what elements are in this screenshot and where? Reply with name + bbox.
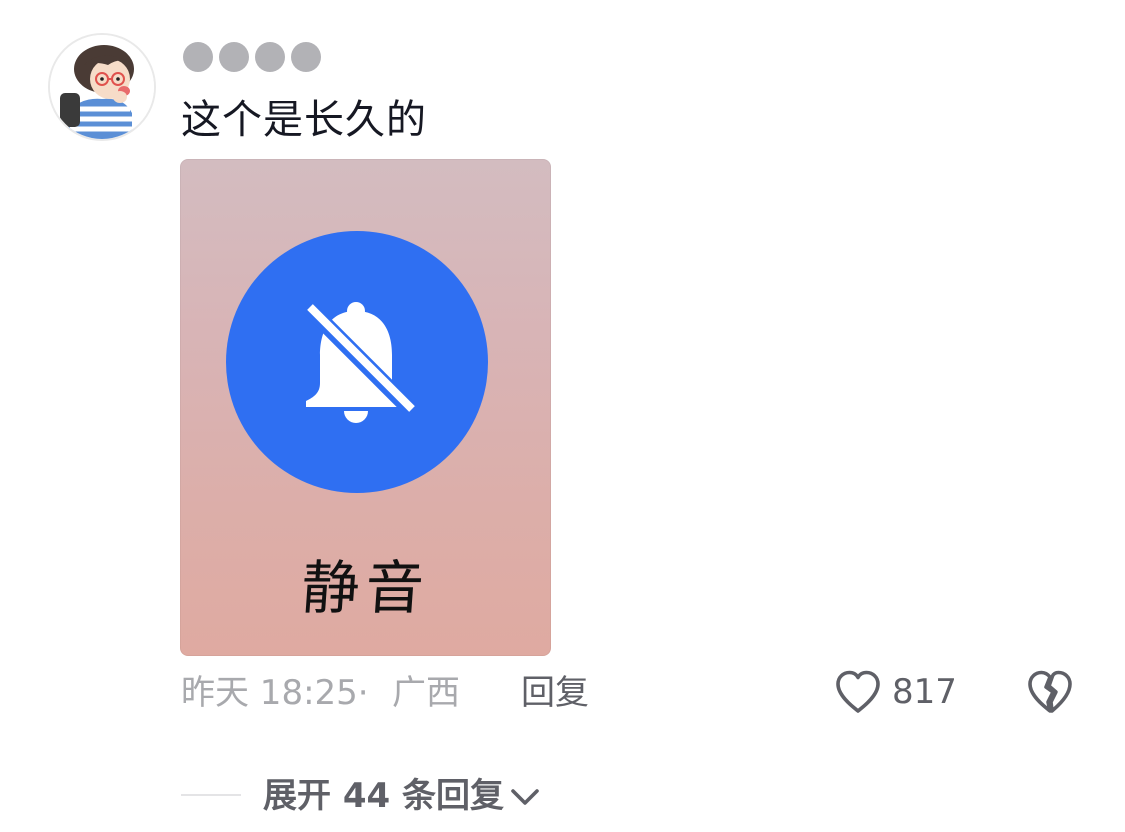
like-button[interactable]: 817 <box>834 667 957 717</box>
expand-replies-button[interactable]: 展开 44 条回复 <box>263 772 542 820</box>
mute-circle <box>226 231 488 493</box>
username-mask-dot <box>255 42 285 72</box>
avatar-cartoon-icon <box>50 35 154 139</box>
username-mask-dot <box>219 42 249 72</box>
broken-heart-icon <box>1028 670 1072 713</box>
chevron-down-icon <box>511 789 539 805</box>
image-caption: 静音 <box>299 554 432 622</box>
bell-slash-icon <box>304 302 416 423</box>
heart-icon <box>836 670 880 713</box>
avatar[interactable] <box>48 33 156 141</box>
comment-timestamp: 昨天 18:25· <box>181 673 369 713</box>
expand-replies-label: 展开 44 条回复 <box>263 776 504 816</box>
reply-button[interactable]: 回复 <box>521 671 589 715</box>
expand-divider <box>181 794 241 796</box>
comment-image[interactable]: 静音 <box>180 159 551 656</box>
comment-location: 广西 <box>392 673 460 713</box>
username[interactable]: ●●●● <box>183 42 321 72</box>
comment-text: 这个是长久的 <box>181 97 427 143</box>
username-mask-dot <box>291 42 321 72</box>
dislike-button[interactable] <box>1025 667 1075 717</box>
comment-item: ●●●● 这个是长久的 静音 昨天 18:25· 广西 回复 <box>0 0 1125 832</box>
username-mask-dot <box>183 42 213 72</box>
like-count: 817 <box>892 672 957 712</box>
